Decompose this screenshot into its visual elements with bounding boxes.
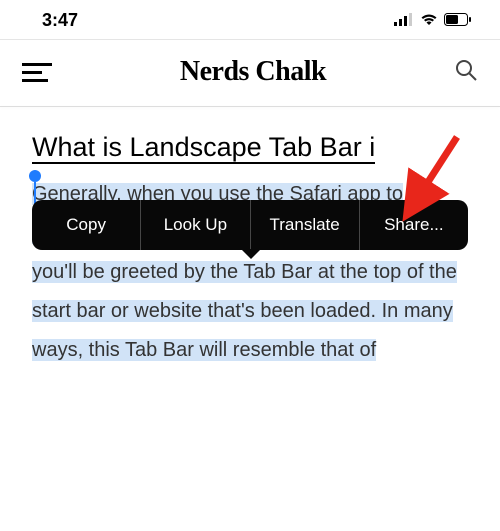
context-copy[interactable]: Copy [32, 215, 140, 235]
article-title: What is Landscape Tab Bar i [32, 132, 375, 164]
status-bar: 3:47 [0, 0, 500, 39]
context-translate[interactable]: Translate [251, 215, 359, 235]
cellular-icon [394, 10, 414, 31]
status-indicators [394, 10, 472, 31]
text-selection-menu: Copy Look Up Translate Share... [32, 200, 468, 250]
site-title[interactable]: Nerds Chalk [180, 56, 326, 88]
wifi-icon [420, 10, 438, 31]
context-lookup[interactable]: Look Up [141, 215, 249, 235]
menu-icon[interactable] [22, 63, 52, 82]
site-header: Nerds Chalk [0, 40, 500, 106]
context-share[interactable]: Share... [360, 215, 468, 235]
battery-icon [444, 10, 472, 31]
search-icon[interactable] [454, 58, 478, 87]
status-time: 3:47 [42, 10, 78, 31]
